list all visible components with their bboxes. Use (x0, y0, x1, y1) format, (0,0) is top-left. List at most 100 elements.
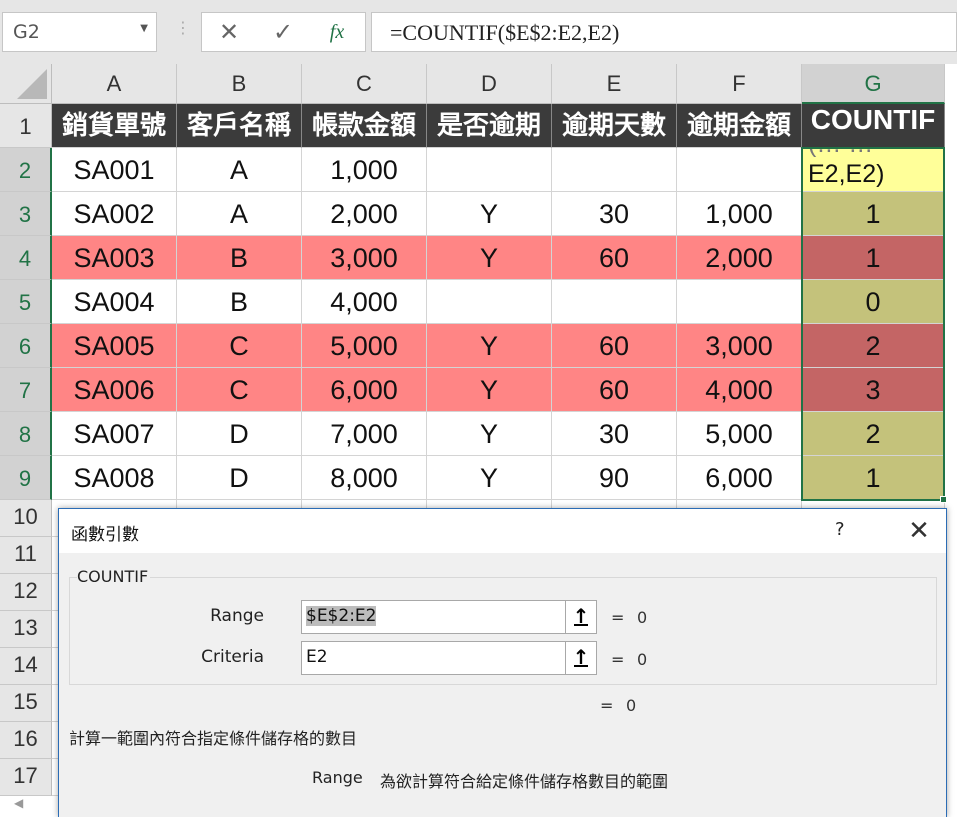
row-header-15[interactable]: 15 (0, 685, 52, 722)
cell-b8[interactable]: D (177, 412, 302, 456)
column-header-c[interactable]: C (302, 64, 427, 104)
cell-a7[interactable]: SA006 (52, 368, 177, 412)
cell-d5[interactable] (427, 280, 552, 324)
help-icon[interactable]: ? (835, 519, 845, 540)
cell-e2[interactable] (552, 148, 677, 192)
column-header-a[interactable]: A (52, 64, 177, 104)
cell-b6[interactable]: C (177, 324, 302, 368)
cell-e6[interactable]: 60 (552, 324, 677, 368)
range-input[interactable]: $E$2:E2 (301, 600, 597, 634)
cell-d9[interactable]: Y (427, 456, 552, 500)
criteria-collapse-button[interactable]: ↑ (565, 641, 597, 675)
column-header-f[interactable]: F (677, 64, 802, 104)
row-header-13[interactable]: 13 (0, 611, 52, 648)
column-header-d[interactable]: D (427, 64, 552, 104)
row-header-8[interactable]: 8 (0, 412, 52, 456)
cell-d8[interactable]: Y (427, 412, 552, 456)
row-header-4[interactable]: 4 (0, 236, 52, 280)
row-header-9[interactable]: 9 (0, 456, 52, 500)
header-cell-f[interactable]: 逾期金額 (677, 104, 802, 148)
cell-f8[interactable]: 5,000 (677, 412, 802, 456)
cell-d4[interactable]: Y (427, 236, 552, 280)
range-collapse-button[interactable]: ↑ (565, 600, 597, 634)
cancel-icon[interactable]: ✕ (214, 18, 244, 46)
cell-f6[interactable]: 3,000 (677, 324, 802, 368)
close-icon[interactable]: ✕ (901, 513, 937, 549)
chevron-down-icon[interactable]: ▼ (140, 23, 148, 34)
name-box[interactable]: G2 ▼ (2, 12, 157, 52)
cell-c7[interactable]: 6,000 (302, 368, 427, 412)
cell-d2[interactable] (427, 148, 552, 192)
cell-c4[interactable]: 3,000 (302, 236, 427, 280)
header-cell-g[interactable]: COUNTIF (802, 104, 945, 148)
select-all-corner[interactable] (0, 64, 52, 104)
criteria-input[interactable]: E2 (301, 641, 597, 675)
cell-f7[interactable]: 4,000 (677, 368, 802, 412)
cell-d7[interactable]: Y (427, 368, 552, 412)
row-header-1[interactable]: 1 (0, 104, 52, 148)
cell-a6[interactable]: SA005 (52, 324, 177, 368)
header-cell-a[interactable]: 銷貨單號 (52, 104, 177, 148)
cell-g5[interactable]: 0 (802, 280, 945, 324)
cell-a5[interactable]: SA004 (52, 280, 177, 324)
cell-g4[interactable]: 1 (802, 236, 945, 280)
cell-c8[interactable]: 7,000 (302, 412, 427, 456)
cell-e9[interactable]: 90 (552, 456, 677, 500)
cell-d3[interactable]: Y (427, 192, 552, 236)
row-header-7[interactable]: 7 (0, 368, 52, 412)
column-header-e[interactable]: E (552, 64, 677, 104)
header-cell-b[interactable]: 客戶名稱 (177, 104, 302, 148)
cell-e7[interactable]: 60 (552, 368, 677, 412)
row-header-5[interactable]: 5 (0, 280, 52, 324)
cell-g3[interactable]: 1 (802, 192, 945, 236)
cell-b2[interactable]: A (177, 148, 302, 192)
row-header-14[interactable]: 14 (0, 648, 52, 685)
insert-function-icon[interactable]: fx (322, 21, 352, 49)
column-header-b[interactable]: B (177, 64, 302, 104)
row-header-2[interactable]: 2 (0, 148, 52, 192)
cell-a4[interactable]: SA003 (52, 236, 177, 280)
cell-d6[interactable]: Y (427, 324, 552, 368)
header-cell-e[interactable]: 逾期天數 (552, 104, 677, 148)
cell-c6[interactable]: 5,000 (302, 324, 427, 368)
formula-input[interactable]: =COUNTIF($E$2:E2,E2) (371, 12, 957, 52)
header-cell-d[interactable]: 是否逾期 (427, 104, 552, 148)
enter-icon[interactable]: ✓ (268, 18, 298, 46)
row-header-17[interactable]: 17 (0, 759, 52, 796)
cell-e4[interactable]: 60 (552, 236, 677, 280)
cell-f9[interactable]: 6,000 (677, 456, 802, 500)
cell-a3[interactable]: SA002 (52, 192, 177, 236)
row-header-16[interactable]: 16 (0, 722, 52, 759)
cell-b9[interactable]: D (177, 456, 302, 500)
fill-handle[interactable] (940, 496, 947, 503)
cell-f5[interactable] (677, 280, 802, 324)
cell-e5[interactable] (552, 280, 677, 324)
header-cell-c[interactable]: 帳款金額 (302, 104, 427, 148)
cell-b4[interactable]: B (177, 236, 302, 280)
cell-a9[interactable]: SA008 (52, 456, 177, 500)
cell-f3[interactable]: 1,000 (677, 192, 802, 236)
row-header-12[interactable]: 12 (0, 574, 52, 611)
row-header-6[interactable]: 6 (0, 324, 52, 368)
cell-a2[interactable]: SA001 (52, 148, 177, 192)
cell-g9[interactable]: 1 (802, 456, 945, 500)
cell-g6[interactable]: 2 (802, 324, 945, 368)
cell-g2-editing[interactable]: (… …E2,E2) (802, 148, 945, 192)
cell-e8[interactable]: 30 (552, 412, 677, 456)
scroll-left-icon[interactable]: ◀ (14, 796, 23, 810)
cell-f4[interactable]: 2,000 (677, 236, 802, 280)
cell-f2[interactable] (677, 148, 802, 192)
cell-c5[interactable]: 4,000 (302, 280, 427, 324)
row-header-11[interactable]: 11 (0, 537, 52, 574)
cell-a8[interactable]: SA007 (52, 412, 177, 456)
cell-c2[interactable]: 1,000 (302, 148, 427, 192)
cell-e3[interactable]: 30 (552, 192, 677, 236)
row-header-10[interactable]: 10 (0, 500, 52, 537)
row-header-3[interactable]: 3 (0, 192, 52, 236)
cell-g7[interactable]: 3 (802, 368, 945, 412)
cell-c3[interactable]: 2,000 (302, 192, 427, 236)
column-header-g[interactable]: G (802, 64, 945, 104)
cell-g8[interactable]: 2 (802, 412, 945, 456)
cell-b5[interactable]: B (177, 280, 302, 324)
cell-b7[interactable]: C (177, 368, 302, 412)
